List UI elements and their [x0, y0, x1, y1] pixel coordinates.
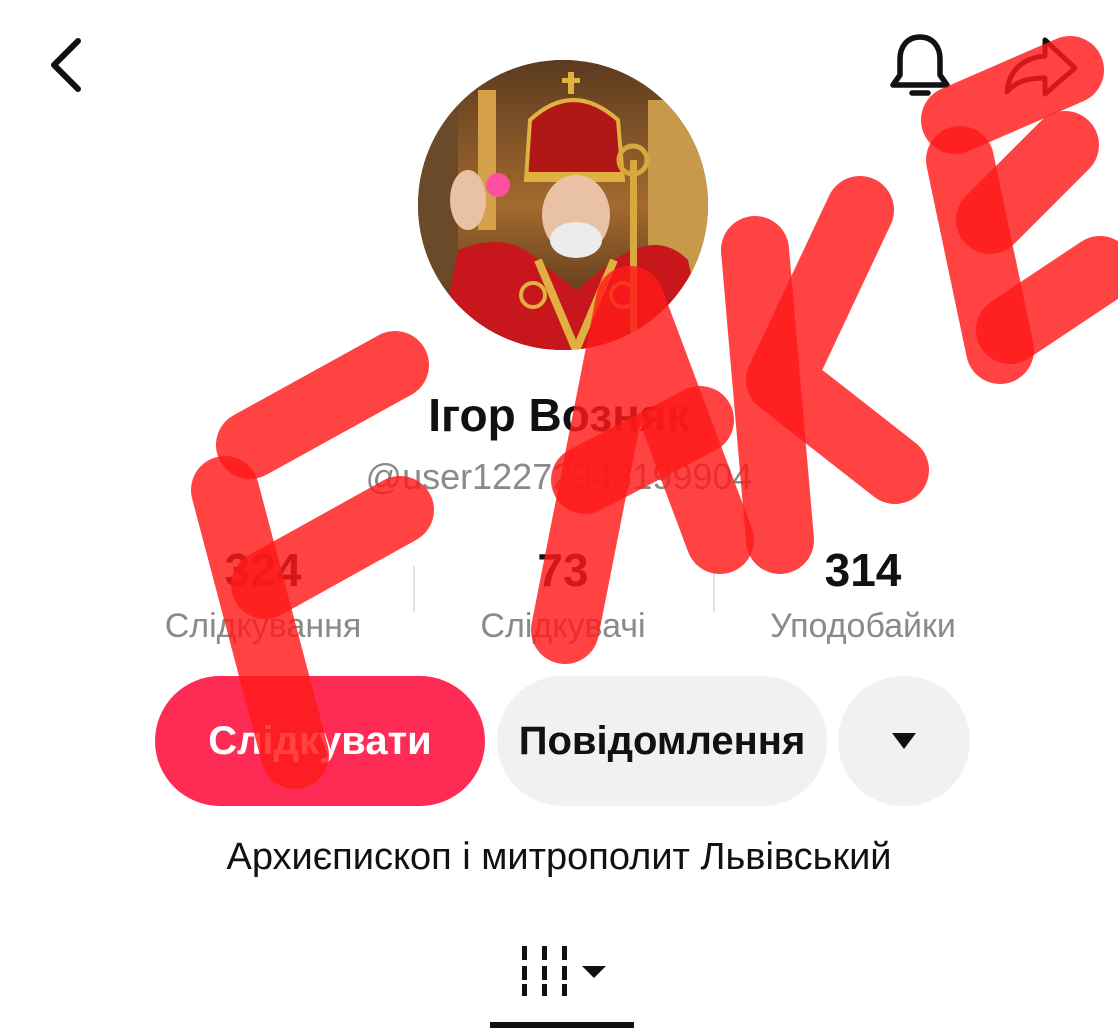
- stat-likes-value: 314: [824, 544, 902, 596]
- caret-down-icon: [892, 733, 916, 749]
- grid-icon: [522, 946, 606, 996]
- stat-following[interactable]: 324 Слідкування: [113, 540, 413, 648]
- display-name: Ігор Возняк: [428, 389, 690, 441]
- bell-icon: [890, 34, 950, 96]
- avatar[interactable]: [418, 60, 708, 350]
- stat-likes-label: Уподобайки: [770, 607, 956, 645]
- username: @user12272948199904: [365, 456, 753, 497]
- stat-following-label: Слідкування: [164, 607, 362, 645]
- tab-underline: [490, 1022, 634, 1028]
- avatar-image: [418, 60, 708, 350]
- back-button[interactable]: [36, 30, 96, 100]
- chevron-left-icon: [51, 38, 81, 92]
- message-button[interactable]: Повідомлення: [497, 676, 827, 806]
- stat-likes[interactable]: 314 Уподобайки: [713, 540, 1013, 648]
- tab-videos[interactable]: [490, 930, 634, 1030]
- notifications-button[interactable]: [884, 28, 956, 104]
- share-button[interactable]: [998, 28, 1084, 104]
- more-button[interactable]: [838, 676, 970, 806]
- stat-followers[interactable]: 73 Слідкувачі: [413, 540, 713, 648]
- share-arrow-icon: [1004, 37, 1078, 97]
- stat-followers-label: Слідкувачі: [480, 607, 646, 645]
- follow-button[interactable]: Слідкувати: [155, 676, 485, 806]
- stat-following-value: 324: [224, 544, 302, 596]
- stat-followers-value: 73: [537, 544, 589, 596]
- bio: Архиєпископ і митрополит Львівський: [226, 836, 892, 878]
